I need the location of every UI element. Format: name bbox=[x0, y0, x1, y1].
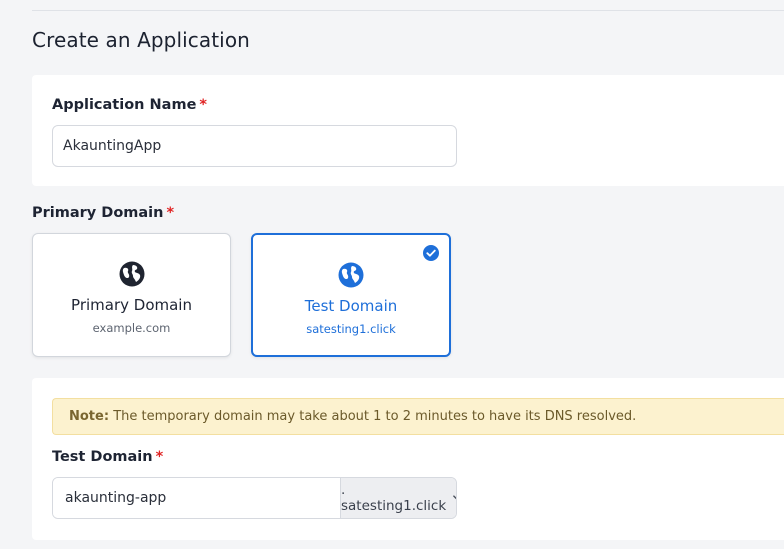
domain-option-primary[interactable]: Primary Domain example.com bbox=[32, 233, 231, 357]
note-prefix: Note: bbox=[69, 409, 110, 424]
domain-suffix-value: . satesting1.click bbox=[341, 482, 447, 514]
chevron-down-icon bbox=[453, 495, 456, 500]
test-domain-card: Note: The temporary domain may take abou… bbox=[32, 378, 784, 540]
domain-option-title: Primary Domain bbox=[71, 296, 192, 314]
required-mark: * bbox=[199, 97, 207, 113]
application-name-card: Application Name * bbox=[32, 75, 784, 186]
top-divider bbox=[32, 10, 784, 11]
domain-option-title: Test Domain bbox=[304, 297, 398, 315]
primary-domain-label: Primary Domain * bbox=[32, 205, 175, 221]
test-domain-label: Test Domain * bbox=[52, 449, 164, 465]
dns-note-banner: Note: The temporary domain may take abou… bbox=[52, 398, 784, 435]
required-mark: * bbox=[166, 205, 175, 221]
test-domain-field-group: . satesting1.click bbox=[52, 477, 457, 519]
domain-option-subtitle: example.com bbox=[92, 321, 171, 335]
subdomain-input[interactable] bbox=[53, 478, 340, 518]
globe-icon bbox=[338, 262, 364, 288]
check-circle-icon bbox=[423, 245, 439, 261]
page-title: Create an Application bbox=[32, 28, 250, 52]
globe-icon bbox=[119, 261, 144, 287]
application-name-input[interactable] bbox=[52, 125, 457, 167]
note-text: The temporary domain may take about 1 to… bbox=[113, 409, 637, 424]
required-mark: * bbox=[155, 449, 164, 465]
domain-option-test[interactable]: Test Domain satesting1.click bbox=[251, 233, 451, 357]
domain-option-subtitle: satesting1.click bbox=[306, 322, 396, 336]
domain-suffix-select[interactable]: . satesting1.click bbox=[340, 478, 456, 518]
application-name-label: Application Name * bbox=[52, 97, 207, 113]
